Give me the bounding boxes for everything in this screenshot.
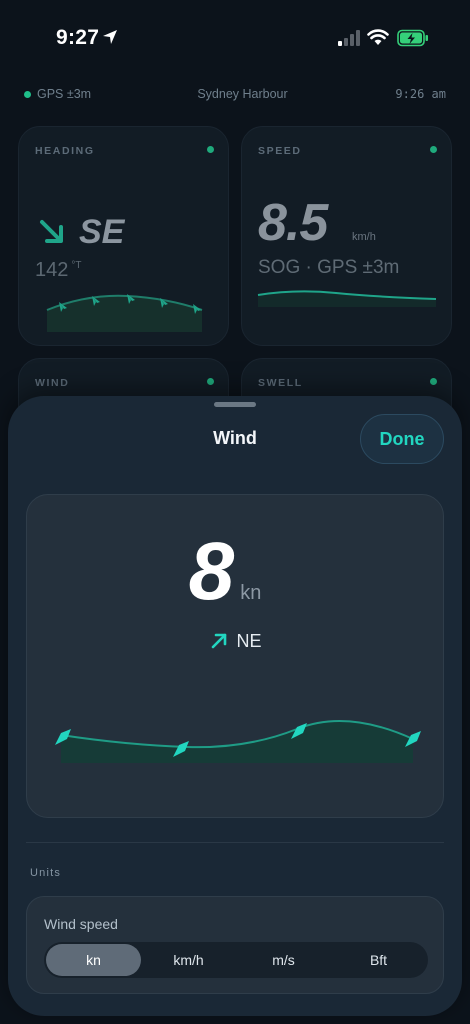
wind-direction-row: NE [27, 631, 445, 652]
speed-value: 8.5 [258, 194, 328, 252]
wind-readout-card: 8 kn NE [26, 494, 444, 818]
wifi-icon [367, 29, 389, 45]
speed-unit: km/h [352, 231, 376, 243]
live-dot [207, 146, 214, 153]
live-dot [207, 378, 214, 385]
unit-option-kn[interactable]: kn [46, 944, 141, 976]
heading-degrees-unit: °T [71, 260, 82, 272]
units-section-label: Units [30, 867, 62, 879]
heading-degrees-value: 142 [35, 259, 69, 281]
wind-trend-chart [55, 720, 421, 763]
heading-direction: SE [79, 213, 125, 251]
card-label: SPEED [258, 145, 302, 157]
last-update-time: 9:26 am [395, 87, 446, 101]
cellular-signal-icon [338, 30, 360, 46]
wind-speed-label: Wind speed [44, 916, 118, 932]
heading-degrees: 142 °T [35, 259, 81, 282]
heading-card[interactable]: HEADING SE 142 °T [18, 126, 229, 346]
status-time: 9:27 [56, 26, 100, 49]
arrow-up-right-icon [212, 633, 227, 649]
heading-arrow-icon [40, 220, 63, 243]
units-card: Wind speed kn km/h m/s Bft [26, 896, 444, 994]
battery-charging-icon [397, 29, 428, 47]
wind-speed-value: 8 [188, 526, 235, 617]
done-button[interactable]: Done [360, 414, 444, 464]
wind-direction: NE [236, 631, 262, 651]
card-label: WIND [35, 377, 70, 389]
sheet-grabber[interactable] [214, 402, 256, 407]
info-row: GPS ±3m Sydney Harbour 9:26 am [0, 86, 470, 104]
unit-option-kmh[interactable]: km/h [141, 944, 236, 976]
heading-trend-chart [46, 294, 203, 332]
location-arrow-icon [103, 30, 117, 44]
card-label: SWELL [258, 377, 303, 389]
unit-option-bft[interactable]: Bft [331, 944, 426, 976]
speed-card[interactable]: SPEED 8.5 km/h SOG · GPS ±3m [241, 126, 452, 346]
wind-speed-unit: kn [240, 582, 262, 604]
speed-source: SOG · GPS ±3m [258, 257, 400, 278]
live-dot [430, 378, 437, 385]
speed-trend-chart [257, 290, 437, 307]
wind-unit-segmented-control: kn km/h m/s Bft [44, 942, 428, 978]
wind-speed-readout: 8 kn [27, 525, 445, 619]
unit-option-ms[interactable]: m/s [236, 944, 331, 976]
section-divider [26, 842, 444, 843]
wind-detail-sheet: Wind Done 8 kn NE Units Wind speed kn km… [8, 396, 462, 1016]
status-bar: 9:27 [0, 0, 470, 78]
live-dot [430, 146, 437, 153]
card-label: HEADING [35, 145, 95, 157]
